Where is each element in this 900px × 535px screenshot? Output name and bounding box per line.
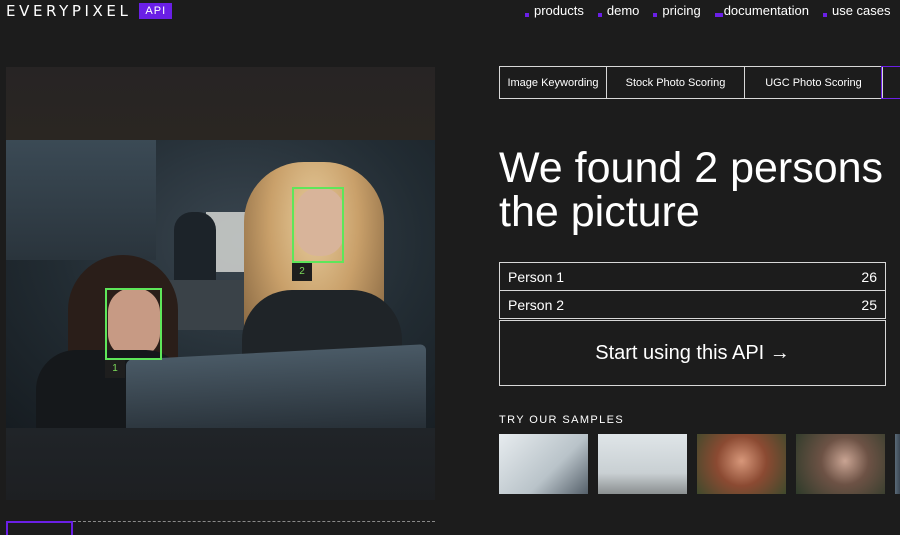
- nav-label: pricing: [662, 3, 701, 18]
- tab-active-face-detection[interactable]: [881, 66, 900, 99]
- person-name: Person 1: [508, 268, 565, 285]
- results-table: Person 1 26 Person 2 25: [499, 262, 886, 319]
- nav-label: use cases: [831, 3, 891, 18]
- product-tabs: Image Keywording Stock Photo Scoring UGC…: [499, 66, 883, 99]
- face-box-1[interactable]: [105, 288, 162, 360]
- start-using-api-button[interactable]: Start using this API →: [499, 320, 886, 386]
- result-headline: We found 2 persons the picture: [499, 146, 883, 234]
- face-label-2: 2: [292, 263, 312, 281]
- photo-blur-top: [6, 67, 435, 140]
- sample-thumb-partial[interactable]: [895, 434, 900, 494]
- nav-pricing[interactable]: pricing: [653, 3, 701, 18]
- nav-documentation[interactable]: documentation: [714, 3, 809, 18]
- photo-panel: 2 1: [6, 67, 435, 500]
- analyzed-photo: 2 1: [6, 140, 435, 428]
- sample-thumb-office[interactable]: [499, 434, 588, 494]
- nav-dot-icon: [822, 13, 827, 17]
- person-age: 25: [861, 296, 877, 313]
- nav-label: documentation: [723, 3, 809, 18]
- nav-label: products: [534, 3, 584, 18]
- photo-blur-bottom: [6, 428, 435, 500]
- nav-dot-icon: [714, 13, 723, 17]
- tab-ugc-photo-scoring[interactable]: UGC Photo Scoring: [744, 66, 883, 99]
- headline-line-2: the picture: [499, 188, 700, 236]
- foreground-monitor: [126, 344, 426, 428]
- sample-thumb-bird[interactable]: [598, 434, 687, 494]
- samples-heading: TRY OUR SAMPLES: [499, 414, 625, 426]
- sample-thumb-woman[interactable]: [697, 434, 786, 494]
- window-light: [6, 140, 156, 260]
- face-label-1: 1: [105, 360, 125, 378]
- sample-thumb-couple[interactable]: [796, 434, 885, 494]
- nav-dot-icon: [597, 13, 602, 17]
- nav-label: demo: [606, 3, 640, 18]
- headline-line-1: We found 2 persons: [499, 144, 884, 192]
- logo-text: EVERYPIXEL: [6, 2, 132, 20]
- logo[interactable]: EVERYPIXEL API: [6, 2, 173, 20]
- upload-button-edge[interactable]: [6, 521, 73, 535]
- nav-products[interactable]: products: [525, 3, 584, 18]
- person-name: Person 2: [508, 296, 565, 313]
- result-row: Person 1 26: [499, 262, 886, 291]
- nav-dot-icon: [653, 13, 658, 17]
- result-row: Person 2 25: [499, 290, 886, 319]
- api-badge: API: [139, 3, 173, 19]
- nav-demo[interactable]: demo: [597, 3, 640, 18]
- sample-thumbnails: [499, 434, 900, 494]
- nav-use-cases[interactable]: use cases: [822, 3, 891, 18]
- person-age: 26: [861, 268, 877, 285]
- main-nav: products demo pricing documentation use …: [525, 3, 900, 18]
- tab-image-keywording[interactable]: Image Keywording: [499, 66, 607, 99]
- nav-dot-icon: [525, 13, 529, 17]
- url-input-edge[interactable]: [73, 521, 435, 522]
- face-box-2[interactable]: [292, 187, 344, 263]
- tab-stock-photo-scoring[interactable]: Stock Photo Scoring: [606, 66, 745, 99]
